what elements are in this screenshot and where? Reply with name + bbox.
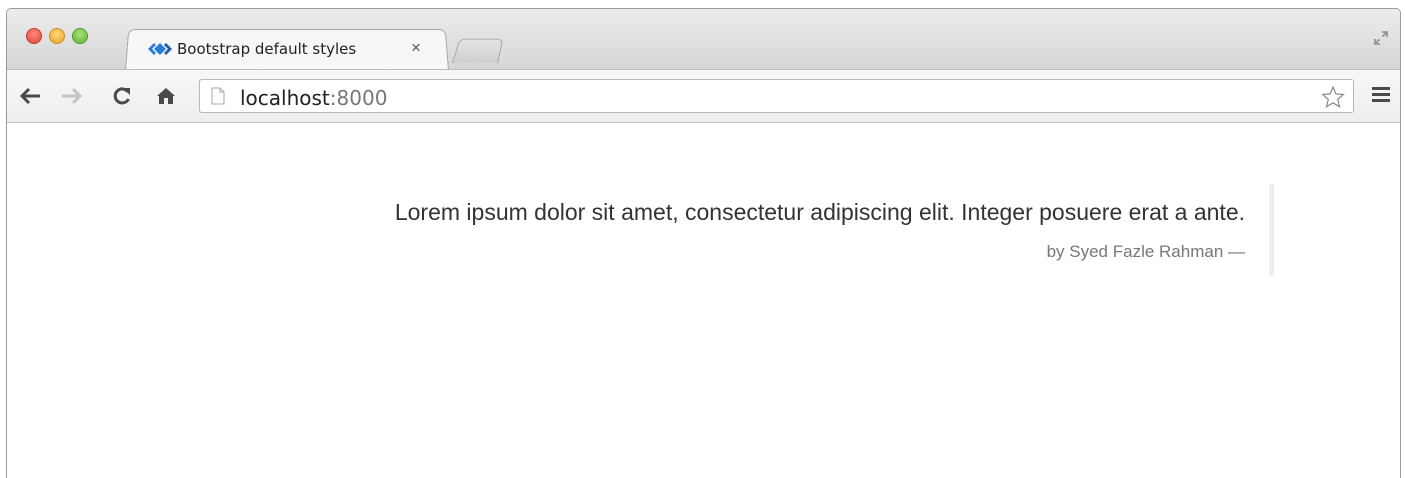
quote-text: Lorem ipsum dolor sit amet, consectetur … (394, 199, 1245, 225)
url-text[interactable]: localhost:8000 (240, 86, 387, 110)
reload-button[interactable] (109, 84, 135, 108)
home-icon (157, 88, 175, 104)
browser-toolbar: localhost:8000 (7, 69, 1400, 123)
bootstrap-diamond-icon (148, 43, 172, 55)
hamburger-menu-icon[interactable] (1371, 86, 1391, 103)
back-button[interactable] (17, 84, 43, 108)
url-host: localhost (240, 86, 330, 110)
fullscreen-icon[interactable] (1374, 31, 1388, 45)
url-port: :8000 (329, 86, 388, 110)
reload-icon (113, 87, 130, 105)
arrow-right-icon (62, 87, 83, 105)
quote-footer: by Syed Fazle Rahman — (1046, 241, 1245, 261)
new-tab-button[interactable] (452, 38, 504, 63)
browser-window: Bootstrap default styles × localhost:800… (6, 8, 1401, 478)
tab-title: Bootstrap default styles (177, 40, 357, 58)
page-content: Lorem ipsum dolor sit amet, consectetur … (7, 123, 1400, 478)
tab-close-button[interactable]: × (411, 38, 421, 58)
zoom-window-button[interactable] (72, 28, 88, 44)
minimize-window-button[interactable] (49, 28, 65, 44)
forward-button[interactable] (59, 84, 85, 108)
tab-content[interactable]: Bootstrap default styles × (147, 35, 437, 63)
address-bar[interactable]: localhost:8000 (199, 79, 1354, 113)
arrow-left-icon (19, 87, 40, 105)
page-icon (211, 87, 225, 105)
close-window-button[interactable] (26, 28, 42, 44)
title-bar: Bootstrap default styles × (7, 9, 1400, 70)
home-button[interactable] (153, 84, 179, 108)
star-outline-icon[interactable] (1321, 85, 1345, 109)
blockquote-reverse: Lorem ipsum dolor sit amet, consectetur … (371, 184, 1274, 276)
